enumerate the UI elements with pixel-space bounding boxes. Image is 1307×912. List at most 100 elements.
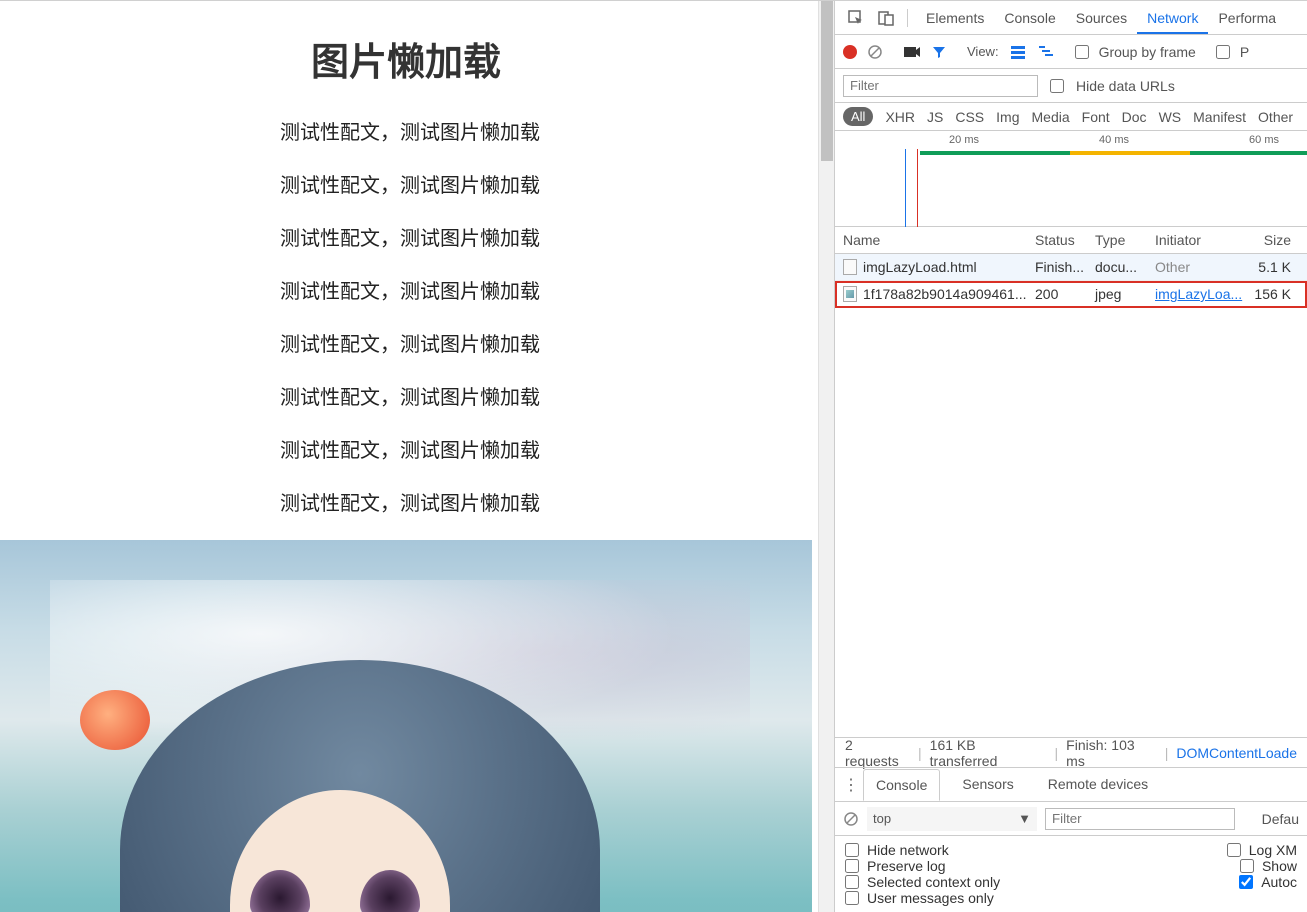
opt-user-messages-only[interactable]: User messages only bbox=[845, 890, 994, 906]
checkbox[interactable] bbox=[1227, 843, 1241, 857]
chevron-down-icon: ▼ bbox=[1018, 811, 1031, 826]
col-name[interactable]: Name bbox=[835, 232, 1035, 248]
document-icon bbox=[843, 259, 857, 275]
type-font[interactable]: Font bbox=[1082, 109, 1110, 125]
filter-input[interactable] bbox=[843, 75, 1038, 97]
opt-autoc[interactable]: Autoc bbox=[1239, 874, 1297, 890]
col-status[interactable]: Status bbox=[1035, 232, 1095, 248]
row-size: 5.1 K bbox=[1247, 259, 1297, 275]
hide-data-urls-checkbox[interactable] bbox=[1050, 79, 1064, 93]
row-initiator[interactable]: imgLazyLoa... bbox=[1155, 286, 1247, 302]
context-select[interactable]: top ▼ bbox=[867, 807, 1037, 831]
table-header: Name Status Type Initiator Size bbox=[835, 227, 1307, 254]
drawer-tab-sensors[interactable]: Sensors bbox=[950, 769, 1025, 800]
row-initiator: Other bbox=[1155, 259, 1247, 275]
context-value: top bbox=[873, 811, 891, 826]
drawer: ⋮ Console Sensors Remote devices top ▼ Def… bbox=[835, 767, 1307, 912]
type-media[interactable]: Media bbox=[1032, 109, 1070, 125]
type-ws[interactable]: WS bbox=[1159, 109, 1182, 125]
test-paragraph: 测试性配文，测试图片懒加载 bbox=[280, 434, 812, 463]
tab-elements[interactable]: Elements bbox=[916, 2, 994, 34]
row-type: docu... bbox=[1095, 259, 1155, 275]
p-label: P bbox=[1240, 44, 1249, 60]
test-paragraph: 测试性配文，测试图片懒加载 bbox=[280, 275, 812, 304]
kebab-icon[interactable]: ⋮ bbox=[841, 775, 861, 795]
waterfall-icon[interactable] bbox=[1037, 43, 1055, 61]
group-by-frame-checkbox[interactable] bbox=[1075, 45, 1089, 59]
scrollbar-thumb[interactable] bbox=[821, 1, 833, 161]
devtools-tabs: ElementsConsoleSourcesNetworkPerforma bbox=[835, 1, 1307, 35]
filter-icon[interactable] bbox=[931, 44, 947, 60]
devtools-panel: ElementsConsoleSourcesNetworkPerforma Vi… bbox=[834, 1, 1307, 912]
timeline-tick: 40 ms bbox=[985, 134, 1135, 146]
tab-performa[interactable]: Performa bbox=[1208, 2, 1286, 34]
network-toolbar: View: Group by frame P bbox=[835, 35, 1307, 69]
tab-network[interactable]: Network bbox=[1137, 2, 1208, 34]
large-rows-icon[interactable] bbox=[1009, 43, 1027, 61]
col-initiator[interactable]: Initiator bbox=[1155, 232, 1247, 248]
device-toggle-icon[interactable] bbox=[873, 5, 899, 31]
network-summary: 2 requests | 161 KB transferred | Finish… bbox=[835, 737, 1307, 767]
filter-bar: Hide data URLs bbox=[835, 69, 1307, 103]
drawer-tabs: ⋮ Console Sensors Remote devices bbox=[835, 768, 1307, 802]
hide-data-urls-label: Hide data URLs bbox=[1076, 78, 1175, 94]
opt-selected-context-only[interactable]: Selected context only bbox=[845, 874, 1000, 890]
drawer-tab-console[interactable]: Console bbox=[863, 769, 940, 801]
type-js[interactable]: JS bbox=[927, 109, 943, 125]
checkbox[interactable] bbox=[1240, 859, 1254, 873]
drawer-options: Hide network Log XM Preserve log Show Select… bbox=[835, 836, 1307, 912]
timeline-tick: 60 ms bbox=[1135, 134, 1285, 146]
opt-preserve-log[interactable]: Preserve log bbox=[845, 858, 946, 874]
type-xhr[interactable]: XHR bbox=[885, 109, 915, 125]
opt-log-xm[interactable]: Log XM bbox=[1227, 842, 1297, 858]
console-filter-input[interactable] bbox=[1045, 808, 1235, 830]
checkbox[interactable] bbox=[845, 891, 859, 905]
summary-transferred: 161 KB transferred bbox=[930, 737, 1047, 769]
type-manifest[interactable]: Manifest bbox=[1193, 109, 1246, 125]
view-label: View: bbox=[967, 44, 999, 59]
row-name: imgLazyLoad.html bbox=[863, 259, 977, 275]
checkbox[interactable] bbox=[845, 843, 859, 857]
row-status: Finish... bbox=[1035, 259, 1095, 275]
opt-show[interactable]: Show bbox=[1240, 858, 1297, 874]
checkbox[interactable] bbox=[1239, 875, 1253, 889]
scrollbar[interactable] bbox=[818, 1, 834, 912]
timeline-tick: 20 ms bbox=[835, 134, 985, 146]
preserve-log-checkbox[interactable] bbox=[1216, 45, 1230, 59]
type-all[interactable]: All bbox=[843, 107, 873, 126]
record-button[interactable] bbox=[843, 45, 857, 59]
inspect-icon[interactable] bbox=[843, 5, 869, 31]
table-row[interactable]: imgLazyLoad.html Finish...docu...Other5.1… bbox=[835, 254, 1307, 281]
summary-dcl: DOMContentLoade bbox=[1176, 745, 1297, 761]
timeline[interactable]: 20 ms40 ms60 ms bbox=[835, 131, 1307, 227]
checkbox[interactable] bbox=[845, 875, 859, 889]
tab-console[interactable]: Console bbox=[994, 2, 1065, 34]
test-paragraph: 测试性配文，测试图片懒加载 bbox=[280, 381, 812, 410]
hero-image bbox=[0, 540, 812, 912]
opt-hide-network[interactable]: Hide network bbox=[845, 842, 949, 858]
type-doc[interactable]: Doc bbox=[1122, 109, 1147, 125]
row-name: 1f178a82b9014a909461... bbox=[863, 286, 1027, 302]
drawer-tab-remote-devices[interactable]: Remote devices bbox=[1036, 769, 1160, 800]
checkbox[interactable] bbox=[845, 859, 859, 873]
camera-icon[interactable] bbox=[903, 45, 921, 59]
page-viewport: 图片懒加载 测试性配文，测试图片懒加载测试性配文，测试图片懒加载测试性配文，测试… bbox=[0, 1, 834, 912]
row-type: jpeg bbox=[1095, 286, 1155, 302]
table-row[interactable]: 1f178a82b9014a909461... 200jpegimgLazyLoa… bbox=[835, 281, 1307, 308]
clear-console-icon[interactable] bbox=[843, 811, 859, 827]
test-paragraph: 测试性配文，测试图片懒加载 bbox=[280, 222, 812, 251]
network-table: Name Status Type Initiator Size imgLazyL… bbox=[835, 227, 1307, 737]
row-status: 200 bbox=[1035, 286, 1095, 302]
group-by-frame-label: Group by frame bbox=[1099, 44, 1196, 60]
default-levels[interactable]: Defau bbox=[1262, 811, 1299, 827]
type-css[interactable]: CSS bbox=[955, 109, 984, 125]
tab-sources[interactable]: Sources bbox=[1066, 2, 1137, 34]
col-size[interactable]: Size bbox=[1247, 232, 1297, 248]
type-img[interactable]: Img bbox=[996, 109, 1019, 125]
test-paragraph: 测试性配文，测试图片懒加载 bbox=[280, 116, 812, 145]
summary-requests: 2 requests bbox=[845, 737, 910, 769]
test-paragraph: 测试性配文，测试图片懒加载 bbox=[280, 169, 812, 198]
clear-icon[interactable] bbox=[867, 44, 883, 60]
type-other[interactable]: Other bbox=[1258, 109, 1293, 125]
col-type[interactable]: Type bbox=[1095, 232, 1155, 248]
